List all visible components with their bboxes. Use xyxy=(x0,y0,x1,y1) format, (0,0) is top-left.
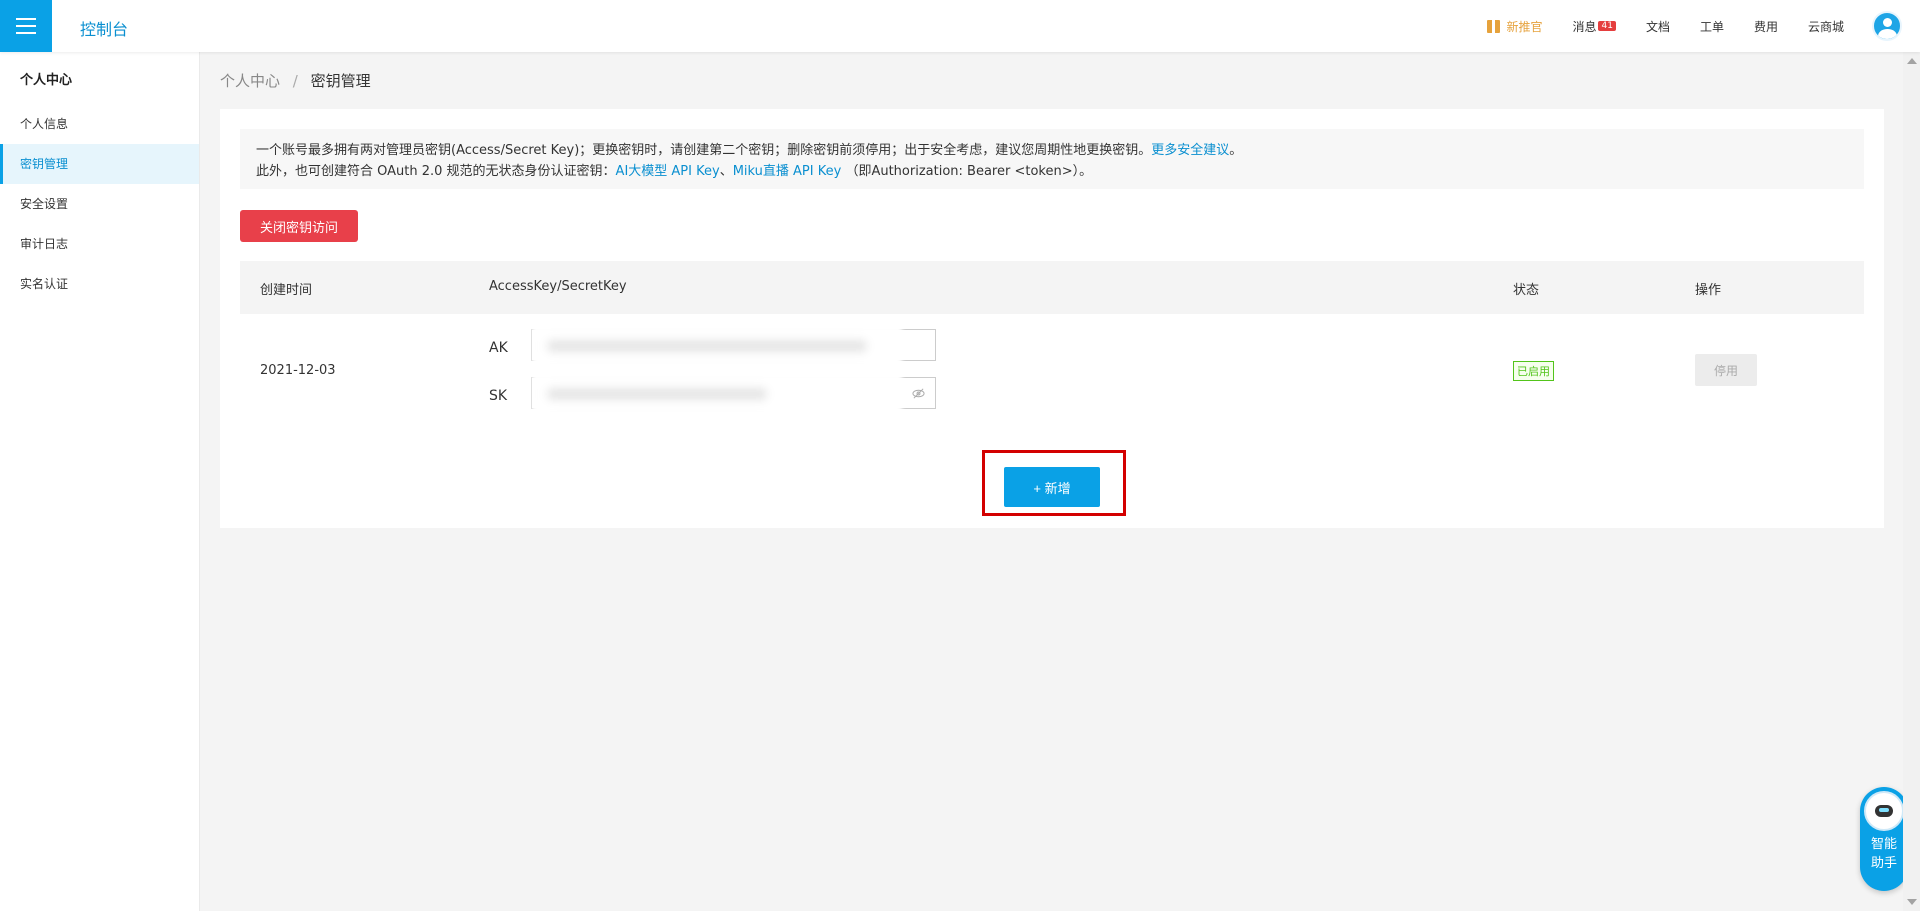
notice-line-2-sep: 、 xyxy=(719,164,733,179)
sidebar-title: 个人中心 xyxy=(20,73,73,88)
gift-icon xyxy=(1487,19,1501,33)
nav-messages[interactable]: 消息 41 xyxy=(1572,18,1616,35)
breadcrumb: 个人中心 / 密钥管理 xyxy=(220,70,371,91)
miku-api-key-link[interactable]: Miku直播 API Key xyxy=(733,164,842,179)
close-key-access-button[interactable]: 关闭密钥访问 xyxy=(240,210,358,242)
notice-line-1-end: 。 xyxy=(1229,143,1243,158)
access-key-field[interactable] xyxy=(531,325,936,367)
nav-tickets[interactable]: 工单 xyxy=(1700,18,1724,35)
column-status: 状态 xyxy=(1513,283,1540,298)
breadcrumb-separator: / xyxy=(292,72,298,90)
info-notice: 一个账号最多拥有两对管理员密钥(Access/Secret Key)；更换密钥时… xyxy=(240,129,1864,189)
nav-promo[interactable]: 新推官 xyxy=(1487,18,1542,35)
notice-line-1-text: 一个账号最多拥有两对管理员密钥(Access/Secret Key)；更换密钥时… xyxy=(256,143,1152,158)
notice-line-2: 此外，也可创建符合 OAuth 2.0 规范的无状态身份认证密钥：AI大模型 A… xyxy=(256,161,1848,182)
sidebar-item-profile[interactable]: 个人信息 xyxy=(0,104,199,144)
assistant-label-1: 智能 xyxy=(1870,837,1897,852)
secret-key-field[interactable] xyxy=(531,373,936,415)
nav-billing[interactable]: 费用 xyxy=(1754,18,1778,35)
disable-key-button[interactable]: 停用 xyxy=(1695,354,1757,386)
ak-label: AK xyxy=(489,340,508,356)
nav-messages-label: 消息 xyxy=(1572,19,1597,34)
access-key-masked xyxy=(532,325,902,367)
sidebar: 个人中心 个人信息 密钥管理 安全设置 审计日志 实名认证 xyxy=(0,52,200,911)
robot-icon xyxy=(1864,791,1904,831)
user-avatar[interactable] xyxy=(1872,11,1902,41)
nav-promo-label: 新推官 xyxy=(1506,19,1543,34)
notice-line-2-text: 此外，也可创建符合 OAuth 2.0 规范的无状态身份认证密钥： xyxy=(256,164,616,179)
sidebar-item-key-management[interactable]: 密钥管理 xyxy=(0,144,199,184)
page-scrollbar[interactable] xyxy=(1903,52,1920,911)
assistant-label-2: 助手 xyxy=(1870,856,1897,871)
column-created: 创建时间 xyxy=(260,283,313,298)
top-header: 控制台 新推官 消息 41 文档 工单 费用 云商城 xyxy=(0,0,1920,52)
add-key-button[interactable]: + 新增 xyxy=(1004,467,1100,507)
breadcrumb-current: 密钥管理 xyxy=(310,72,371,90)
sidebar-item-audit-log[interactable]: 审计日志 xyxy=(0,224,199,264)
status-badge: 已启用 xyxy=(1513,361,1554,381)
smart-assistant-button[interactable]: 智能 助手 xyxy=(1860,787,1908,891)
nav-store[interactable]: 云商城 xyxy=(1808,18,1844,35)
nav-docs[interactable]: 文档 xyxy=(1646,18,1670,35)
header-nav: 新推官 消息 41 文档 工单 费用 云商城 xyxy=(1487,0,1920,52)
eye-slash-icon[interactable] xyxy=(912,387,925,400)
messages-count-badge: 41 xyxy=(1598,21,1616,31)
created-date: 2021-12-03 xyxy=(260,363,336,378)
breadcrumb-parent[interactable]: 个人中心 xyxy=(220,72,280,90)
column-actions: 操作 xyxy=(1695,283,1722,298)
secret-key-masked xyxy=(532,373,902,415)
keys-table: 创建时间 AccessKey/SecretKey 状态 操作 2021-12-0… xyxy=(240,261,1864,430)
notice-line-1: 一个账号最多拥有两对管理员密钥(Access/Secret Key)；更换密钥时… xyxy=(256,140,1848,161)
table-header: 创建时间 AccessKey/SecretKey 状态 操作 xyxy=(240,261,1864,314)
brand-console-link[interactable]: 控制台 xyxy=(80,16,128,40)
table-row: 2021-12-03 AK SK 已启用 停用 xyxy=(240,314,1864,430)
sk-label: SK xyxy=(489,388,508,404)
menu-icon[interactable] xyxy=(0,0,52,52)
scroll-up-arrow-icon[interactable] xyxy=(1907,58,1917,64)
column-keys: AccessKey/SecretKey xyxy=(489,279,627,294)
notice-line-2-end: （即Authorization: Bearer <token>）。 xyxy=(845,164,1093,179)
ai-api-key-link[interactable]: AI大模型 API Key xyxy=(616,164,720,179)
security-advice-link[interactable]: 更多安全建议 xyxy=(1151,143,1229,158)
sidebar-item-security[interactable]: 安全设置 xyxy=(0,184,199,224)
scroll-down-arrow-icon[interactable] xyxy=(1907,899,1917,905)
sidebar-item-verification[interactable]: 实名认证 xyxy=(0,264,199,304)
